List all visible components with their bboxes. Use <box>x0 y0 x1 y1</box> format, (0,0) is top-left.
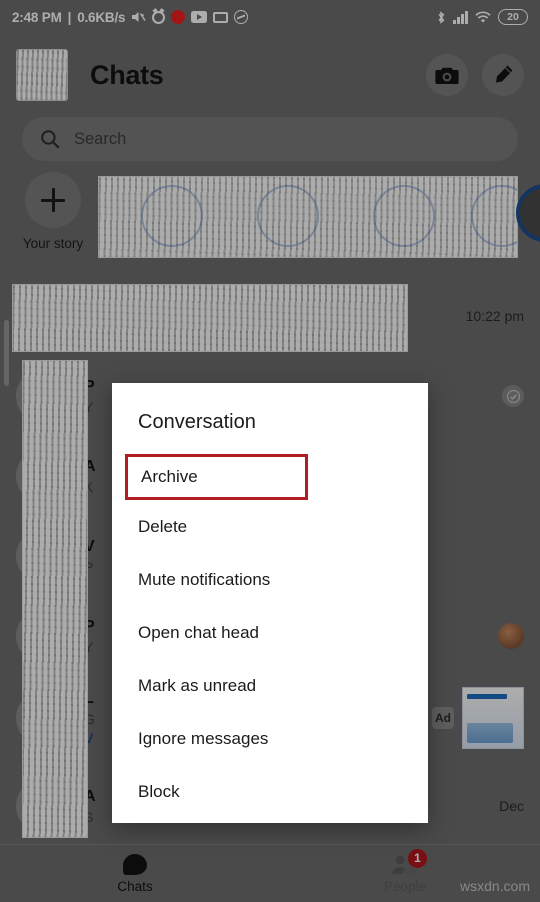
dialog-title: Conversation <box>138 411 256 433</box>
menu-item-label: Open chat head <box>138 622 259 642</box>
menu-item-archive[interactable]: Archive <box>125 454 308 500</box>
menu-item-mute-notifications[interactable]: Mute notifications <box>112 553 428 606</box>
phone-screen: 2:48 PM | 0.6KB/s 20 Chats Search Your s… <box>0 0 540 902</box>
conversation-dialog: Conversation Archive Delete Mute notific… <box>112 383 428 823</box>
menu-item-ignore-messages[interactable]: Ignore messages <box>112 712 428 765</box>
menu-item-mark-as-unread[interactable]: Mark as unread <box>112 659 428 712</box>
menu-item-label: Ignore messages <box>138 728 269 748</box>
menu-item-label: Block <box>138 781 180 801</box>
menu-item-open-chat-head[interactable]: Open chat head <box>112 606 428 659</box>
dialog-menu-list: Archive Delete Mute notifications Open c… <box>112 454 428 818</box>
menu-item-delete[interactable]: Delete <box>112 500 428 553</box>
menu-item-block[interactable]: Block <box>112 765 428 818</box>
menu-item-label: Delete <box>138 516 188 536</box>
menu-item-label: Archive <box>141 467 198 486</box>
menu-item-label: Mute notifications <box>138 569 271 589</box>
menu-item-label: Mark as unread <box>138 675 257 695</box>
